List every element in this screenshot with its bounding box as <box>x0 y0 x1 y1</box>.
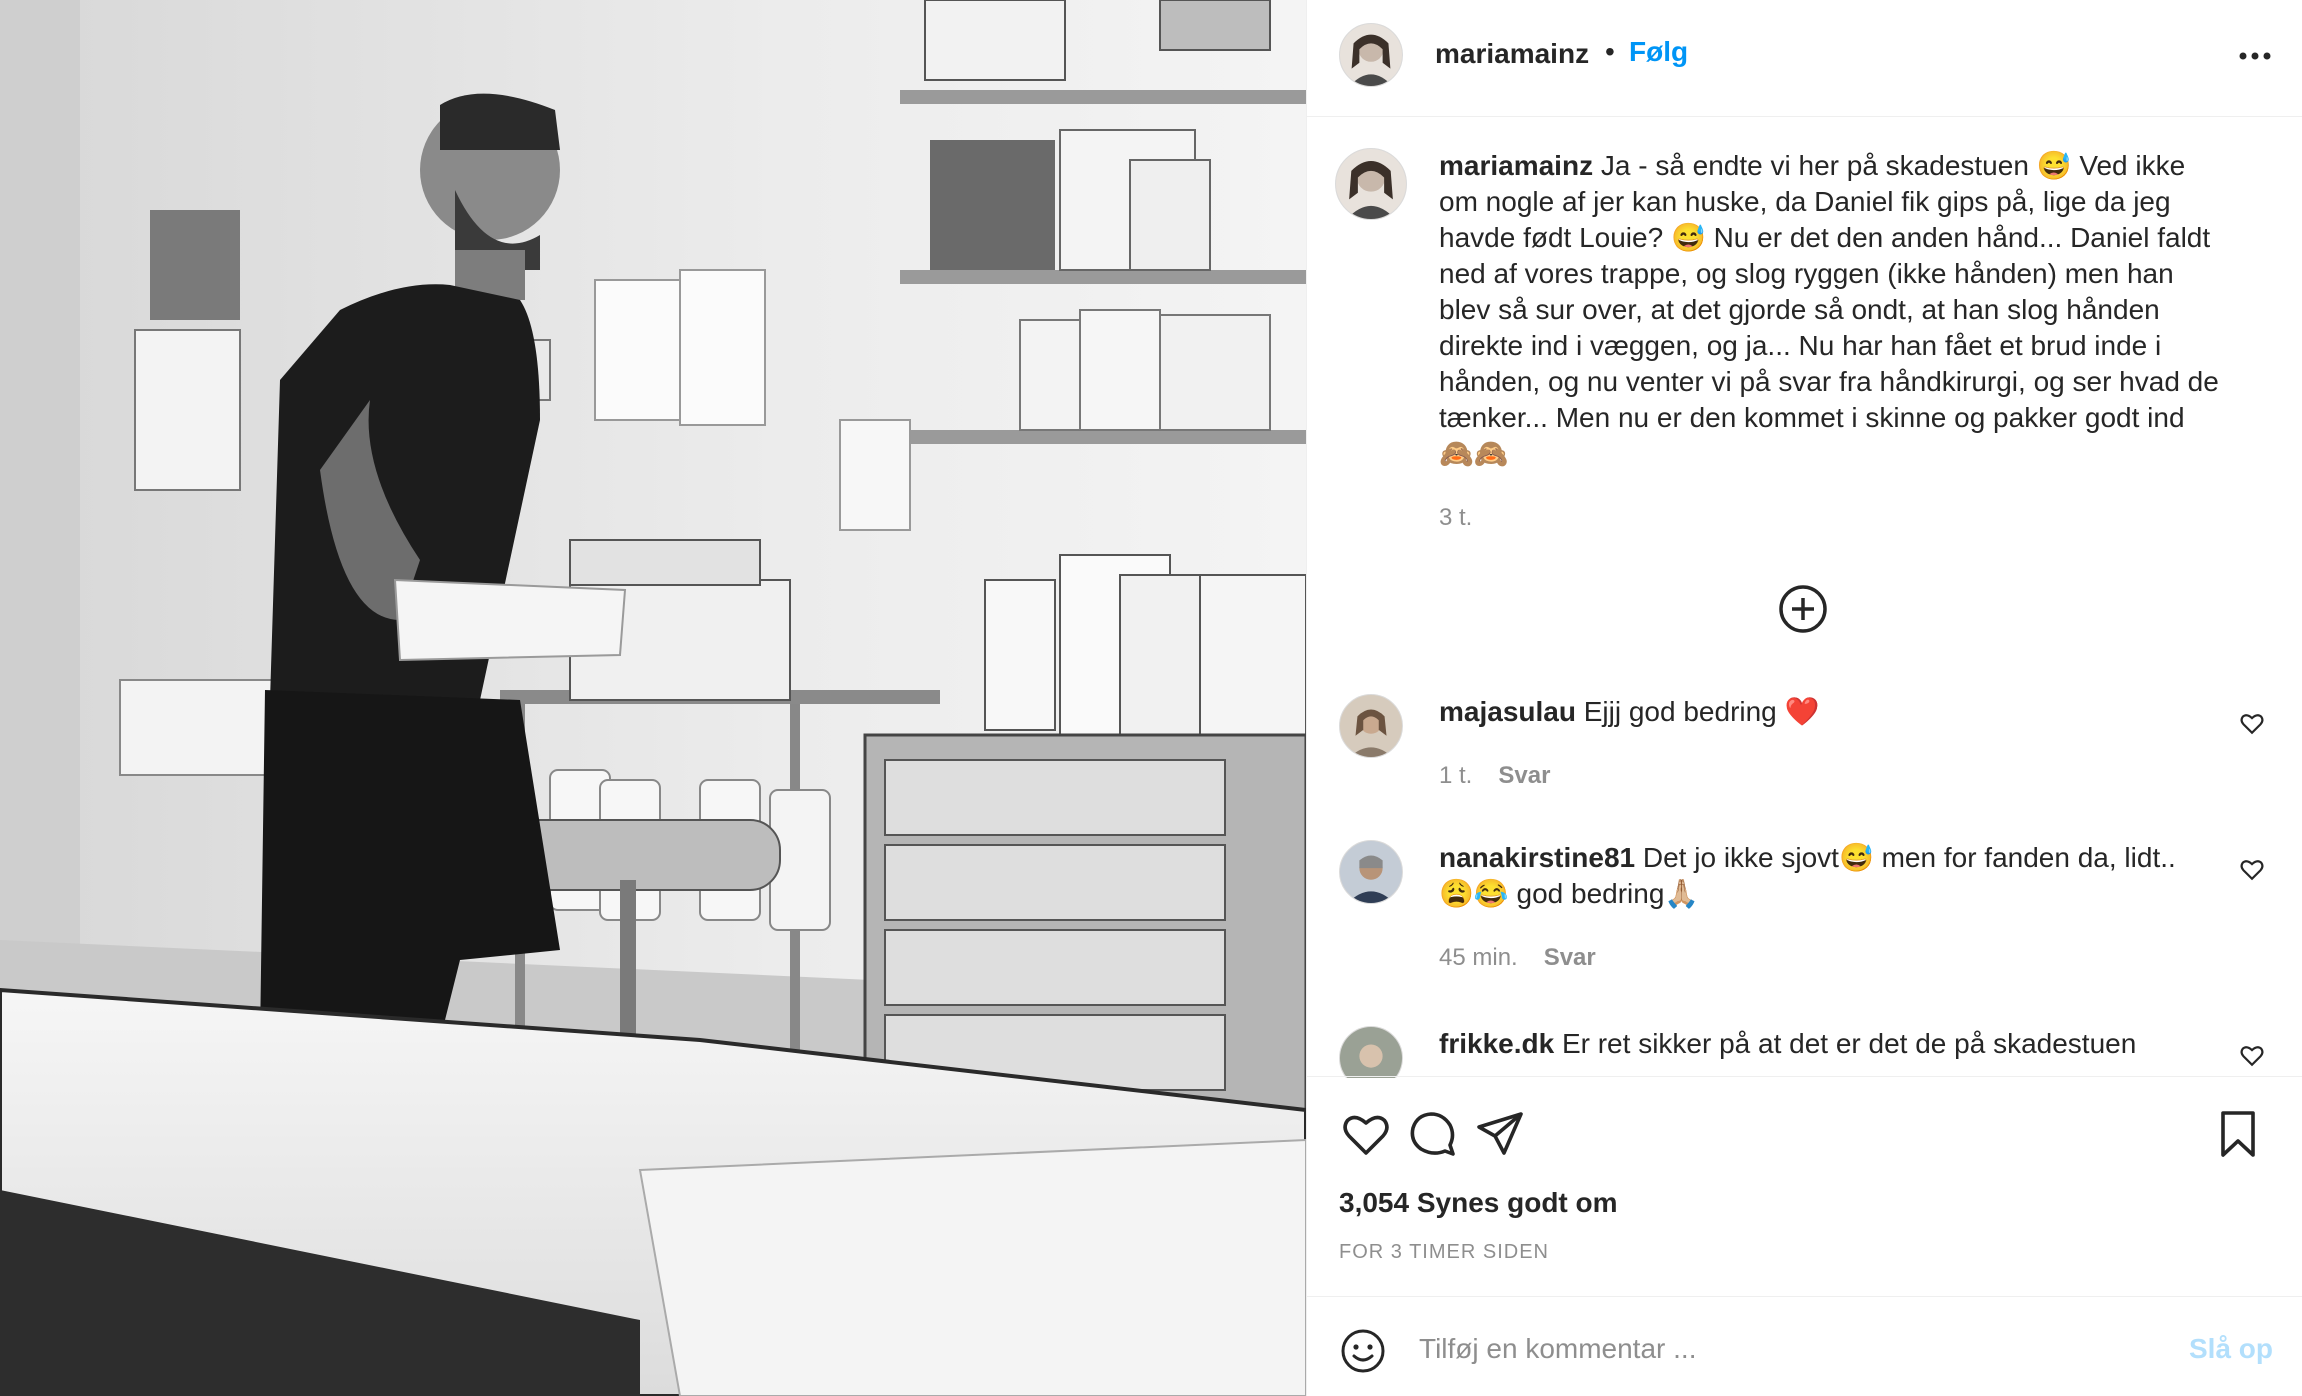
post-timestamp[interactable]: FOR 3 TIMER SIDEN <box>1339 1241 1549 1264</box>
emoji-icon[interactable] <box>1339 1327 1387 1375</box>
caption-line: havde født Louie? 😅 Nu er det den anden … <box>1439 222 2211 253</box>
caption-time[interactable]: 3 t. <box>1439 504 1472 532</box>
post-detail-panel: mariamainz • Følg mariamainz Ja - så end… <box>1306 0 2302 1396</box>
comment-text: nanakirstine81 Det jo ikke sjovt😅 men fo… <box>1439 840 2219 912</box>
comment-icon[interactable] <box>1405 1107 1459 1161</box>
comment-meta: 1 t. Svar <box>1439 762 1550 790</box>
post-image <box>0 0 1306 1396</box>
comment-meta: 45 min. Svar <box>1439 944 1596 972</box>
caption-line: 🙈🙈 <box>1439 438 1509 469</box>
comment-username[interactable]: majasulau <box>1439 696 1576 727</box>
commenter-avatar[interactable] <box>1339 1026 1403 1078</box>
post-photo[interactable] <box>0 0 1306 1396</box>
reply-button[interactable]: Svar <box>1498 762 1550 789</box>
caption-line: blev så sur over, at det gjorde så ondt,… <box>1439 294 2160 325</box>
post-actions: 3,054 Synes godt om FOR 3 TIMER SIDEN <box>1307 1076 2302 1306</box>
caption-line: Ja - så endte vi her på skadestuen 😅 Ved… <box>1600 150 2186 181</box>
comment-body: Det jo ikke sjovt😅 men for fanden da, li… <box>1642 842 2176 873</box>
post-header: mariamainz • Følg <box>1307 0 2302 117</box>
caption-avatar[interactable] <box>1335 148 1407 220</box>
caption-text: mariamainz Ja - så endte vi her på skade… <box>1439 148 2259 472</box>
comment-like-heart-icon[interactable] <box>2239 856 2265 882</box>
caption-line: direkte ind i væggen, og ja... Nu har ha… <box>1439 330 2162 361</box>
caption-line: om nogle af jer kan huske, da Daniel fik… <box>1439 186 2171 217</box>
reply-button[interactable]: Svar <box>1544 944 1596 971</box>
bookmark-icon[interactable] <box>2211 1107 2265 1161</box>
author-username[interactable]: mariamainz <box>1435 38 1589 70</box>
comment-body: Ejjj god bedring ❤️ <box>1583 696 1820 727</box>
follow-button[interactable]: Følg <box>1629 36 1688 68</box>
add-comment-bar: Slå op <box>1307 1296 2302 1396</box>
commenter-avatar[interactable] <box>1339 694 1403 758</box>
paper-plane-icon[interactable] <box>1473 1107 1527 1161</box>
separator-dot: • <box>1605 36 1615 67</box>
caption-username[interactable]: mariamainz <box>1439 150 1593 181</box>
caption-line: hånden, og nu venter vi på svar fra hånd… <box>1439 366 2219 397</box>
comment-time[interactable]: 45 min. <box>1439 944 1518 971</box>
post-comment-button[interactable]: Slå op <box>2189 1333 2273 1365</box>
likes-count[interactable]: 3,054 Synes godt om <box>1339 1187 1618 1219</box>
author-avatar[interactable] <box>1339 23 1403 87</box>
comment-body: Er ret sikker på at det er det de på ska… <box>1561 1028 2137 1059</box>
comment-like-heart-icon[interactable] <box>2239 710 2265 736</box>
comment-text: frikke.dk Er ret sikker på at det er det… <box>1439 1026 2219 1062</box>
commenter-avatar[interactable] <box>1339 840 1403 904</box>
comment-text: majasulau Ejjj god bedring ❤️ <box>1439 694 2219 730</box>
comment-time[interactable]: 1 t. <box>1439 762 1472 789</box>
comment-input[interactable] <box>1419 1321 2099 1377</box>
heart-icon[interactable] <box>1339 1107 1393 1161</box>
caption-line: ned af vores trappe, og slog ryggen (ikk… <box>1439 258 2174 289</box>
comment-body: 😩😂 god bedring🙏🏼 <box>1439 878 1700 909</box>
comments-scroll-area[interactable]: mariamainz Ja - så endte vi her på skade… <box>1307 118 2302 1078</box>
comment-like-heart-icon[interactable] <box>2239 1042 2265 1068</box>
caption-line: tænker... Men nu er den kommet i skinne … <box>1439 402 2185 433</box>
plus-circle-icon[interactable] <box>1777 583 1829 635</box>
comment-username[interactable]: nanakirstine81 <box>1439 842 1635 873</box>
more-horizontal-icon[interactable] <box>2233 38 2277 74</box>
comment-username[interactable]: frikke.dk <box>1439 1028 1554 1059</box>
